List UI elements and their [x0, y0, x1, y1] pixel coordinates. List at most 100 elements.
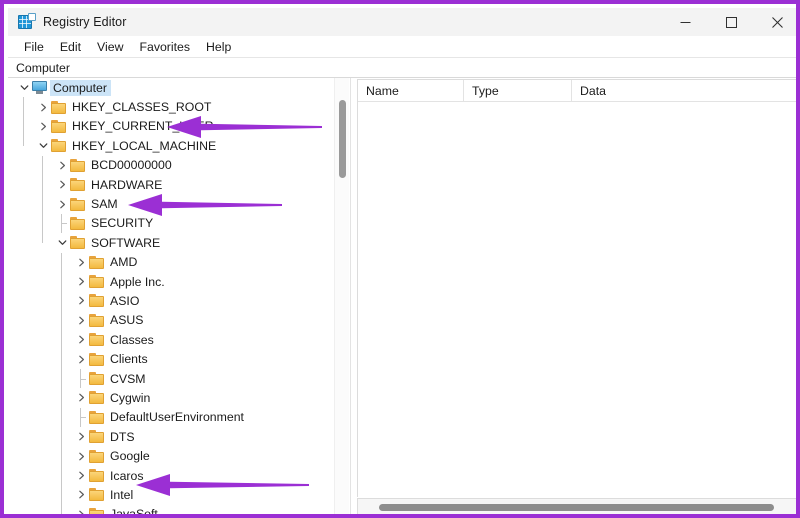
close-button[interactable] — [754, 8, 796, 36]
tree-item-label: Google — [110, 449, 150, 464]
tree-item[interactable]: DefaultUserEnvironment — [8, 407, 334, 428]
folder-icon — [89, 391, 105, 405]
chevron-right-icon[interactable] — [73, 330, 89, 349]
tree-item[interactable]: Apple Inc. — [8, 272, 334, 291]
tree-item[interactable]: AMD — [8, 253, 334, 272]
menu-item-view[interactable]: View — [89, 36, 131, 58]
tree-item[interactable]: ASIO — [8, 291, 334, 310]
monitor-icon — [32, 81, 48, 95]
tree-item-label: DefaultUserEnvironment — [110, 410, 244, 425]
tree-item[interactable]: HARDWARE — [8, 175, 334, 194]
tree-item[interactable]: Classes — [8, 330, 334, 349]
chevron-right-icon[interactable] — [73, 291, 89, 310]
address-path: Computer — [16, 60, 70, 75]
window-body: Computer HKEY_CLASSES_ROOT HKEY_CURRENT_US… — [8, 78, 796, 514]
address-bar[interactable]: Computer — [8, 58, 796, 78]
menu-item-help[interactable]: Help — [198, 36, 239, 58]
folder-icon — [89, 469, 105, 482]
tree-connector — [73, 368, 89, 389]
tree-item[interactable]: DTS — [8, 427, 334, 446]
tree-item[interactable]: Clients — [8, 349, 334, 368]
tree-item[interactable]: JavaSoft — [8, 505, 334, 514]
chevron-right-icon[interactable] — [73, 311, 89, 330]
tree-connector — [54, 213, 70, 234]
tree-item[interactable]: HKEY_LOCAL_MACHINE — [8, 136, 334, 155]
registry-tree: Computer HKEY_CLASSES_ROOT HKEY_CURRENT_US… — [8, 78, 334, 514]
tree-item-label: BCD00000000 — [91, 158, 172, 173]
registry-tree-scroll: Computer HKEY_CLASSES_ROOT HKEY_CURRENT_US… — [8, 78, 334, 514]
folder-icon — [51, 139, 67, 153]
chevron-down-icon[interactable] — [54, 233, 70, 252]
tree-item[interactable]: BCD00000000 — [8, 156, 334, 175]
tree-guide-line — [42, 155, 43, 243]
tree-item[interactable]: SECURITY — [8, 213, 334, 234]
chevron-right-icon[interactable] — [35, 97, 51, 116]
chevron-down-icon[interactable] — [16, 78, 32, 97]
tree-item[interactable]: Intel — [8, 485, 334, 504]
tree-connector — [73, 407, 89, 428]
tree-item[interactable]: ASUS — [8, 311, 334, 330]
tree-vertical-scrollbar[interactable] — [334, 78, 349, 514]
tree-item-label: Icaros — [110, 468, 144, 483]
tree-item[interactable]: HKEY_CURRENT_USER — [8, 117, 334, 136]
values-scrollbar-thumb[interactable] — [379, 504, 774, 511]
tree-item[interactable]: Google — [8, 446, 334, 465]
menu-item-favorites[interactable]: Favorites — [131, 36, 198, 58]
tree-guide-line — [23, 97, 24, 146]
chevron-right-icon[interactable] — [73, 272, 89, 291]
folder-icon — [70, 158, 86, 172]
title-bar: Registry Editor — [8, 8, 796, 36]
tree-item-label: HKEY_CLASSES_ROOT — [72, 100, 212, 115]
menu-bar: File Edit View Favorites Help — [8, 36, 796, 58]
tree-item-label: HKEY_LOCAL_MACHINE — [72, 138, 217, 153]
menu-item-edit[interactable]: Edit — [52, 36, 89, 58]
column-header-type[interactable]: Type — [464, 80, 572, 102]
chevron-right-icon[interactable] — [73, 349, 89, 368]
folder-icon — [70, 236, 86, 250]
folder-icon — [89, 333, 105, 347]
menu-item-file[interactable]: File — [16, 36, 52, 58]
column-header-data[interactable]: Data — [572, 80, 796, 102]
chevron-right-icon[interactable] — [73, 446, 89, 465]
tree-item[interactable]: Cygwin — [8, 388, 334, 407]
tree-item[interactable]: SOFTWARE — [8, 233, 334, 252]
tree-item[interactable]: SAM — [8, 194, 334, 213]
values-horizontal-scrollbar[interactable] — [357, 498, 796, 514]
folder-icon — [89, 352, 105, 366]
folder-icon — [89, 488, 105, 502]
maximize-button[interactable] — [708, 8, 754, 36]
tree-item[interactable]: Computer — [8, 78, 334, 97]
tree-item-label: SAM — [91, 197, 118, 212]
tree-item-label: CVSM — [110, 371, 146, 386]
tree-item[interactable]: HKEY_CLASSES_ROOT — [8, 97, 334, 116]
chevron-right-icon[interactable] — [54, 156, 70, 175]
folder-icon — [51, 119, 67, 133]
folder-icon — [89, 449, 105, 463]
chevron-right-icon[interactable] — [73, 388, 89, 407]
minimize-button[interactable] — [662, 8, 708, 36]
folder-icon — [89, 294, 105, 308]
tree-item-label: Intel — [110, 487, 134, 502]
chevron-right-icon[interactable] — [54, 175, 70, 194]
tree-item[interactable]: Icaros — [8, 466, 334, 485]
chevron-down-icon[interactable] — [35, 136, 51, 155]
folder-icon — [89, 372, 105, 386]
caption-buttons — [662, 8, 796, 36]
values-list-header: Name Type Data — [358, 80, 796, 102]
tree-scrollbar-thumb[interactable] — [339, 100, 346, 178]
registry-icon — [18, 13, 36, 30]
tree-item-label: Apple Inc. — [110, 274, 165, 289]
chevron-right-icon[interactable] — [73, 505, 89, 514]
tree-item-label: ASUS — [110, 313, 144, 328]
chevron-right-icon[interactable] — [73, 427, 89, 446]
column-header-name[interactable]: Name — [358, 80, 464, 102]
tree-item[interactable]: CVSM — [8, 368, 334, 389]
chevron-right-icon[interactable] — [73, 253, 89, 272]
registry-tree-pane: Computer HKEY_CLASSES_ROOT HKEY_CURRENT_US… — [8, 78, 350, 514]
chevron-right-icon[interactable] — [73, 485, 89, 504]
tree-guide-line — [61, 252, 62, 514]
chevron-right-icon[interactable] — [73, 466, 89, 485]
chevron-right-icon[interactable] — [35, 117, 51, 136]
annotation-frame: Registry Editor File Edit View Favorites… — [0, 0, 800, 518]
chevron-right-icon[interactable] — [54, 194, 70, 213]
